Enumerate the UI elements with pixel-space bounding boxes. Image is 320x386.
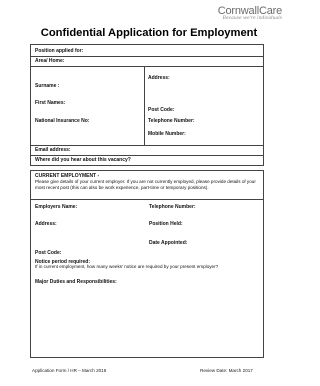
first-names-label: First Names: [35,100,66,106]
divider [31,155,263,156]
logo-tagline: Because we're individuals [222,16,282,21]
position-applied-label: Position applied for: [35,48,84,54]
column-divider [144,66,145,145]
divider [31,199,263,200]
vacancy-source-label: Where did you hear about this vacancy? [35,157,131,163]
area-home-label: Area/ Home: [35,58,65,64]
post-code-label: Post Code: [148,107,175,113]
surname-label: Surname : [35,83,60,89]
email-label: Email address: [35,147,71,153]
address-label: Address: [148,75,170,81]
employer-post-code-label: Post Code: [35,250,62,256]
personal-details-box: Position applied for: Area/ Home: Surnam… [30,44,264,166]
divider [31,56,263,57]
footer-left: Application Form / HR – March 2016 [32,368,107,373]
divider [31,66,263,67]
position-held-label: Position Held: [149,221,183,227]
current-employment-box: CURRENT EMPLOYMENT - Please give details… [30,170,264,358]
date-appointed-label: Date Appointed: [149,240,188,246]
notice-period-text: If in current employment, how many weeks… [35,264,219,269]
major-duties-label: Major Duties and Responsibilities: [35,279,117,285]
mobile-label: Mobile Number: [148,131,186,137]
employer-address-label: Address: [35,221,57,227]
company-logo: CornwallCare Because we're individuals [218,5,282,21]
employer-telephone-label: Telephone Number: [149,204,196,210]
divider [31,145,263,146]
page-title: Confidential Application for Employment [40,27,258,39]
ni-number-label: National Insurance No: [35,118,90,124]
footer-right: Review Date: March 2017 [200,368,253,373]
current-employment-intro: Please give details of your current empl… [35,179,256,190]
telephone-label: Telephone Number: [148,118,195,124]
employers-name-label: Employers Name: [35,204,78,210]
